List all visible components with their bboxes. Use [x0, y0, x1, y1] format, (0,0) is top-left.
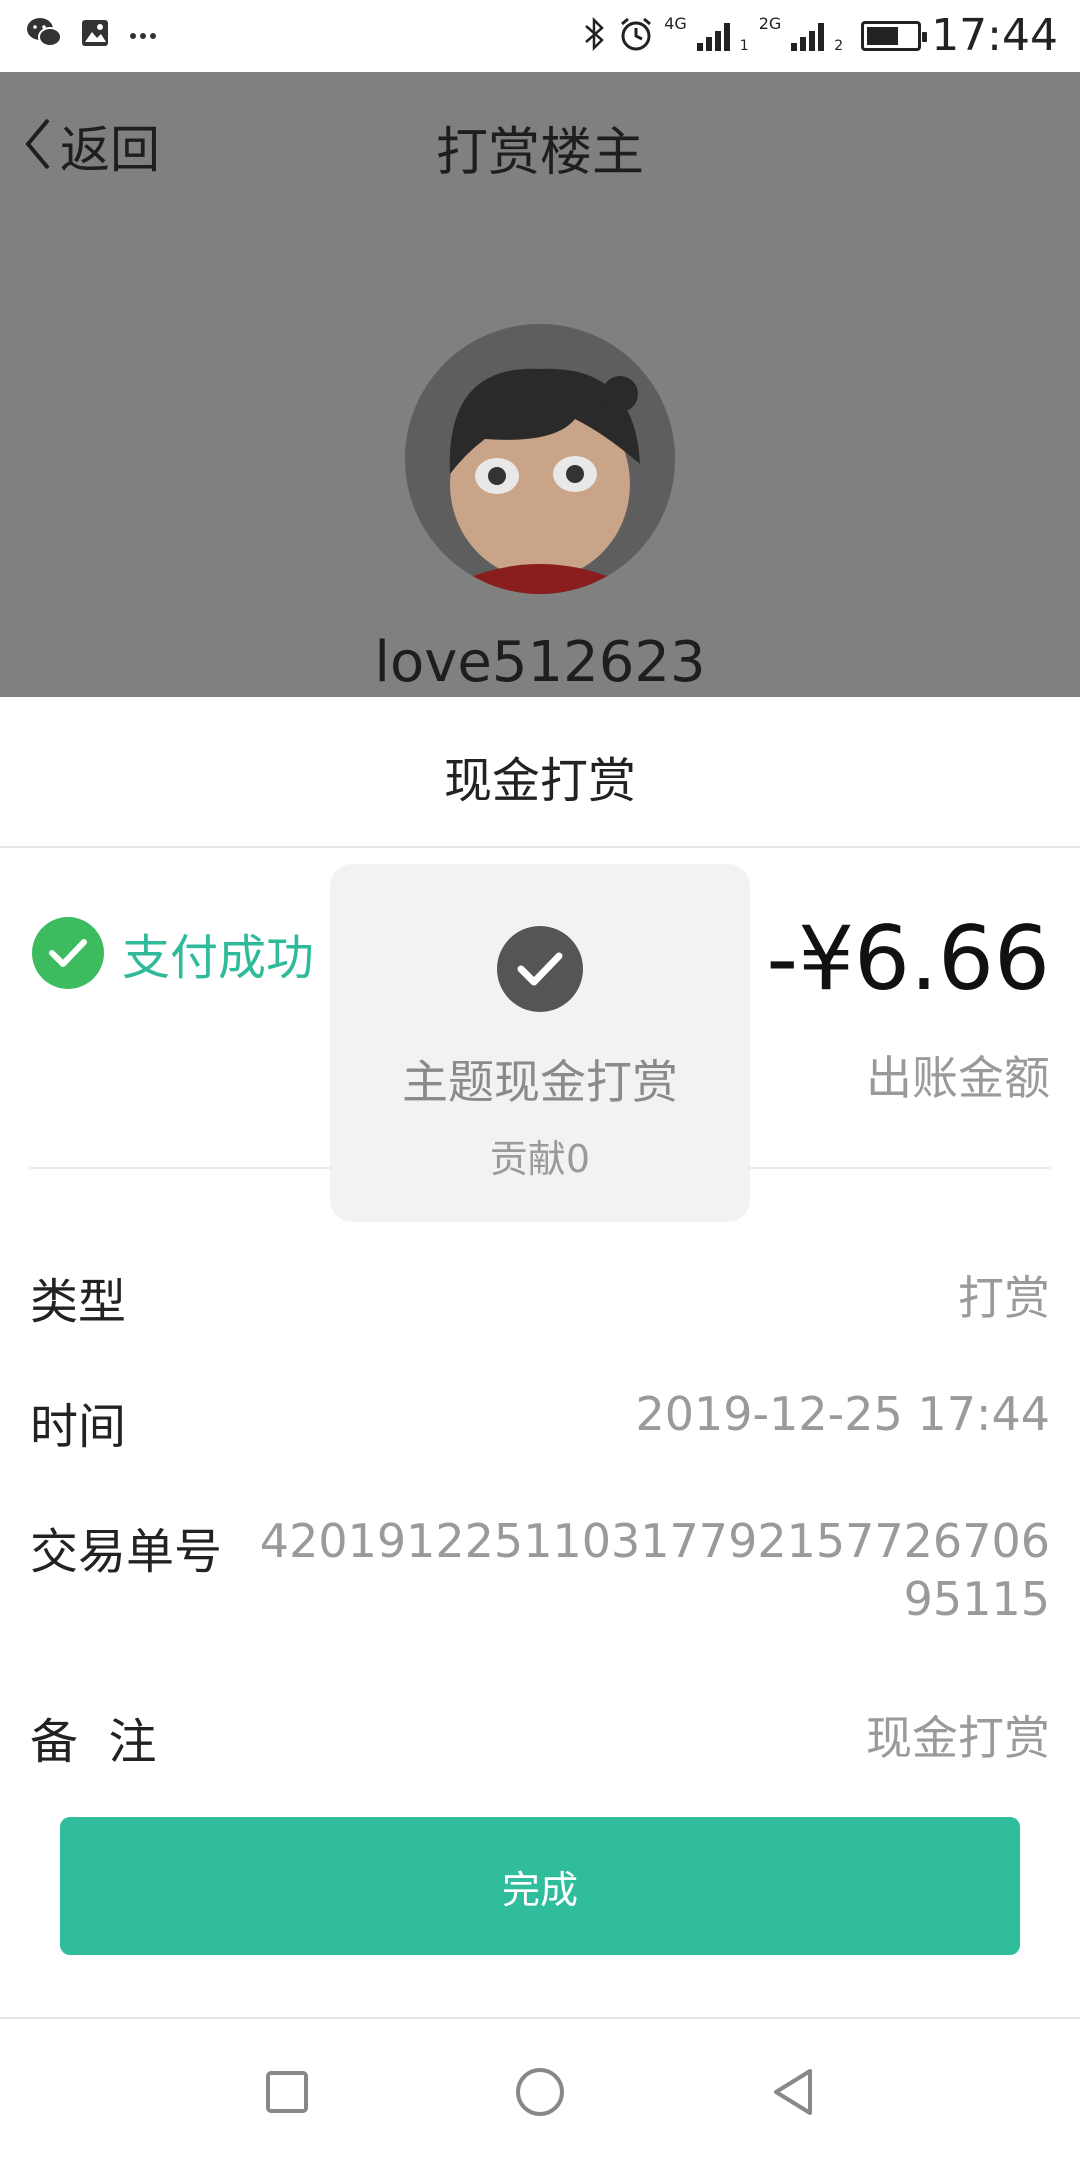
toast-subtitle: 贡献0: [489, 1137, 591, 1181]
image-icon: [80, 18, 110, 52]
payment-status: 支付成功: [32, 917, 314, 989]
amount: -¥6.66: [766, 907, 1050, 1010]
clock: 17:44: [931, 10, 1058, 61]
amount-label: 出账金额: [866, 1051, 1050, 1105]
detail-row-time: 时间 2019-12-25 17:44: [30, 1387, 1050, 1457]
sheet-title: 现金打赏: [443, 753, 636, 809]
sim-1-label: 1: [739, 37, 749, 54]
detail-value: 现金打赏: [866, 1711, 1050, 1765]
username: love512623: [374, 630, 706, 695]
detail-value: 打赏: [958, 1271, 1050, 1325]
recent-apps-button[interactable]: [252, 2057, 322, 2127]
toast-title: 主题现金打赏: [402, 1055, 678, 1109]
more-dots-icon: [128, 26, 158, 45]
divider: [0, 846, 1080, 848]
battery-icon: [861, 20, 928, 51]
navigation-bar: [0, 2017, 1080, 2160]
toast: 主题现金打赏 贡献0: [330, 864, 750, 1222]
circle-icon: [516, 2068, 564, 2116]
detail-label: 交易单号: [30, 1524, 223, 1580]
detail-label: 备 注: [30, 1714, 157, 1770]
page-title: 打赏楼主: [435, 123, 644, 183]
status-bar-right: 4G 1 2G 2 17:44: [582, 10, 1058, 61]
detail-value: 2019-12-25 17:44: [635, 1387, 1050, 1441]
bluetooth-icon: [582, 16, 608, 56]
status-text: 支付成功: [122, 930, 315, 986]
done-button[interactable]: 完成: [60, 1817, 1020, 1955]
square-icon: [266, 2071, 308, 2113]
detail-row-type: 类型 打赏: [30, 1262, 1050, 1332]
status-bar: 4G 1 2G 2 17:44: [0, 0, 1080, 72]
wechat-icon: [26, 16, 62, 54]
alarm-icon: [618, 16, 654, 56]
success-check-icon: [32, 917, 104, 989]
signal-icon: [696, 21, 730, 51]
triangle-back-icon: [774, 2069, 812, 2115]
detail-row-note: 备 注 现金打赏: [30, 1702, 1050, 1772]
detail-label: 类型: [30, 1274, 127, 1330]
back-nav-button[interactable]: [758, 2057, 828, 2127]
home-button[interactable]: [505, 2057, 575, 2127]
check-icon: [497, 926, 583, 1012]
detail-row-order-number: 交易单号 42019122511031779215772670695115: [30, 1512, 1050, 1628]
detail-value: 42019122511031779215772670695115: [259, 1514, 1050, 1626]
detail-label: 时间: [30, 1399, 127, 1455]
dim-overlay[interactable]: 返回 打赏楼主 love512623: [0, 72, 1080, 697]
sim-2-label: 2: [834, 37, 844, 54]
signal-icon-2: [791, 21, 825, 51]
network-type-1: 4G: [664, 13, 687, 33]
status-bar-left: [26, 16, 158, 54]
network-type-2: 2G: [758, 13, 782, 33]
avatar: [405, 324, 675, 594]
